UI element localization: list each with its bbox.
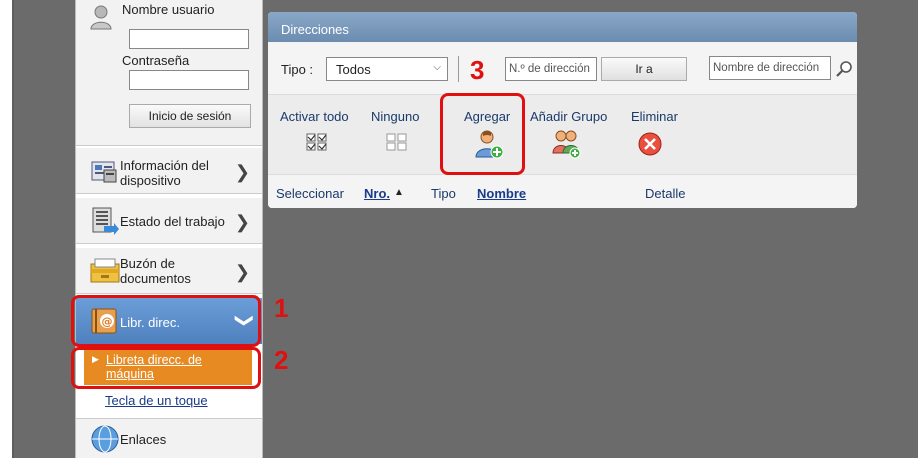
table-header: Seleccionar Nro. ▲ Tipo Nombre Detalle [268,174,857,208]
type-select[interactable]: Todos ⌵ [326,57,448,81]
job-status-icon [92,207,119,235]
chevron-right-icon: ❯ [234,162,250,182]
add-group-button[interactable]: Añadir Grupo [530,109,607,124]
addresses-panel: Direcciones Tipo : Todos ⌵ N.º de direcc… [268,12,857,208]
search-icon[interactable] [836,60,854,78]
password-label: Contraseña [122,53,190,68]
add-group-icon[interactable] [552,129,582,159]
step-2-highlight [71,347,261,389]
login-button[interactable]: Inicio de sesión [129,104,251,128]
delete-icon[interactable] [638,132,662,156]
panel-title: Direcciones [268,12,857,42]
divider [458,56,459,82]
sidebar-item-label: Información del dispositivo [120,158,209,188]
step-1-highlight [71,295,261,347]
chevron-down-icon: ⌵ [433,62,441,73]
step-3-highlight [440,93,525,175]
sidebar-item-links[interactable]: Enlaces [76,418,262,458]
user-icon [90,5,112,30]
select-none-button[interactable]: Ninguno [371,109,419,124]
sidebar-subitem-one-touch-key[interactable]: Tecla de un toque [105,393,208,408]
column-detail: Detalle [645,186,686,201]
column-type: Tipo [431,186,456,201]
sidebar-item-label: Buzón de documentos [120,256,191,286]
page-margin-right [918,0,922,458]
sidebar-item-job-status[interactable]: Estado del trabajo ❯ [76,198,262,244]
delete-button[interactable]: Eliminar [631,109,678,124]
select-none-icon [386,133,407,151]
column-name[interactable]: Nombre [477,186,526,201]
select-all-icon [306,133,327,151]
step-1-number: 1 [274,293,289,323]
sidebar-item-label: Estado del trabajo [120,214,225,229]
globe-icon [91,425,119,453]
device-info-icon [91,161,117,183]
document-box-icon [90,258,120,283]
column-select: Seleccionar [276,186,344,201]
filter-row: Tipo : Todos ⌵ N.º de dirección Ir a Nom… [268,42,857,94]
step-2-number: 2 [274,345,289,375]
username-input[interactable] [129,29,249,49]
username-label: Nombre usuario [122,2,215,17]
column-number[interactable]: Nro. [364,186,390,201]
sort-ascending-icon: ▲ [394,187,404,198]
chevron-right-icon: ❯ [234,212,250,232]
page-margin-left [0,0,12,458]
chevron-right-icon: ❯ [234,262,250,282]
login-panel: Nombre usuario Contraseña Inicio de sesi… [76,0,262,146]
step-3-number: 3 [470,55,485,85]
activate-all-button[interactable]: Activar todo [280,109,349,124]
sidebar: Nombre usuario Contraseña Inicio de sesi… [75,0,263,458]
toolbar: Activar todo Ninguno Agregar Añadir Grup… [268,94,857,174]
sidebar-item-device-info[interactable]: Información del dispositivo ❯ [76,148,262,194]
go-to-button[interactable]: Ir a [601,57,687,81]
password-input[interactable] [129,70,249,90]
address-number-input[interactable]: N.º de dirección [505,57,597,81]
type-label: Tipo : [281,62,314,77]
sidebar-item-document-box[interactable]: Buzón de documentos ❯ [76,248,262,294]
address-name-input[interactable]: Nombre de dirección [709,56,831,80]
sidebar-item-label: Enlaces [120,432,167,447]
